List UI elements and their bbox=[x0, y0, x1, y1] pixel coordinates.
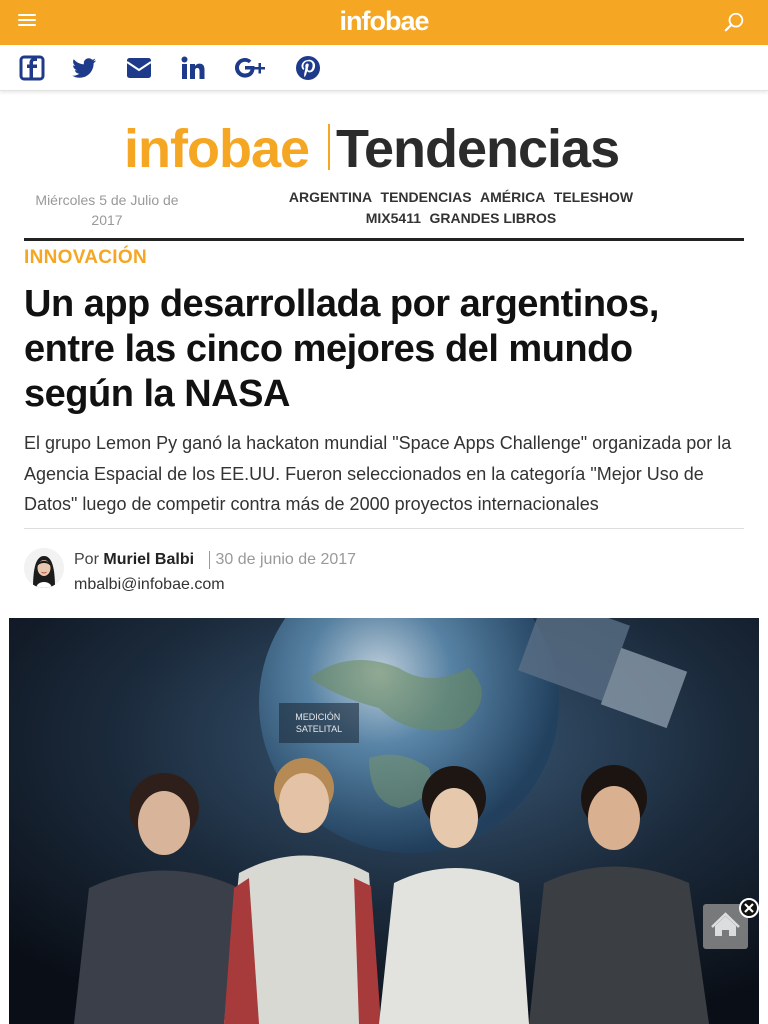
top-bar: infobae bbox=[0, 0, 768, 45]
nav-item-teleshow[interactable]: TELESHOW bbox=[554, 189, 633, 205]
nav-item-america[interactable]: AMÉRICA bbox=[480, 189, 545, 205]
photo-screen-line-2: SATELITAL bbox=[296, 724, 342, 734]
author-email[interactable]: mbalbi@infobae.com bbox=[74, 576, 225, 594]
twitter-icon[interactable] bbox=[68, 54, 100, 82]
current-date: Miércoles 5 de Julio de 2017 bbox=[35, 192, 179, 228]
article-title: Un app desarrollada por argentinos, entr… bbox=[24, 283, 659, 415]
masthead-brand: infobae bbox=[124, 119, 310, 179]
byline-divider bbox=[24, 528, 744, 529]
photo-screen-line-1: MEDICIÓN bbox=[295, 712, 340, 722]
masthead-logo[interactable]: infobae Tendencias bbox=[0, 118, 768, 179]
article-section[interactable]: INNOVACIÓN bbox=[24, 247, 147, 269]
article-photo[interactable]: MEDICIÓN SATELITAL bbox=[9, 618, 759, 1024]
section-nav: ARGENTINA TENDENCIAS AMÉRICA TELESHOW MI… bbox=[256, 187, 666, 229]
email-icon[interactable] bbox=[123, 54, 155, 82]
pinterest-icon[interactable] bbox=[292, 54, 324, 82]
author-name[interactable]: Muriel Balbi bbox=[103, 551, 194, 568]
header-logo[interactable]: infobae bbox=[0, 6, 768, 37]
masthead-section: Tendencias bbox=[336, 119, 620, 179]
nav-item-argentina[interactable]: ARGENTINA bbox=[289, 189, 372, 205]
header-rule bbox=[24, 238, 744, 241]
publish-date: 30 de junio de 2017 bbox=[215, 551, 357, 569]
close-button[interactable] bbox=[739, 898, 759, 918]
masthead-divider bbox=[328, 124, 330, 170]
nav-item-mix5411[interactable]: MIX5411 bbox=[366, 210, 421, 226]
byline-separator bbox=[208, 551, 210, 569]
byline: Por Muriel Balbi 30 de junio de 2017 bbox=[74, 551, 356, 569]
share-bar bbox=[0, 45, 768, 91]
close-icon bbox=[744, 903, 754, 913]
article-summary: El grupo Lemon Py ganó la hackaton mundi… bbox=[24, 433, 732, 514]
author-avatar[interactable] bbox=[24, 548, 64, 588]
byline-prefix: Por bbox=[74, 551, 99, 569]
google-plus-icon[interactable] bbox=[233, 54, 269, 82]
nav-item-grandes-libros[interactable]: GRANDES LIBROS bbox=[429, 210, 556, 226]
search-icon[interactable] bbox=[724, 11, 746, 33]
facebook-icon[interactable] bbox=[16, 54, 48, 82]
linkedin-icon[interactable] bbox=[177, 54, 209, 82]
nav-item-tendencias[interactable]: TENDENCIAS bbox=[381, 189, 472, 205]
